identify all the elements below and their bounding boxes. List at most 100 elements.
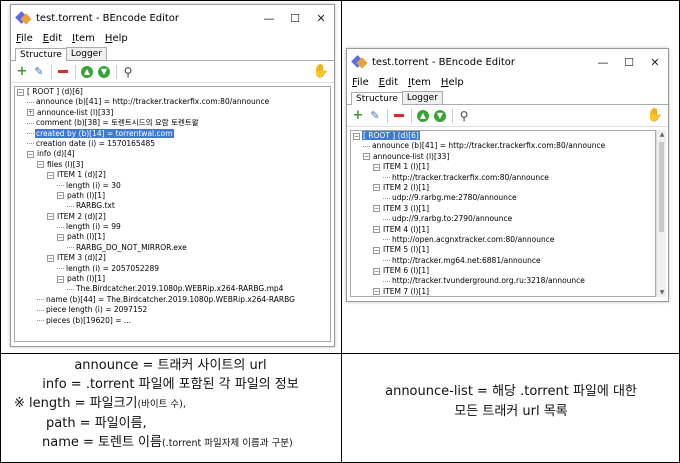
tree-node[interactable]: + announce-list (l)[33] [15, 108, 330, 118]
tab-structure[interactable]: Structure [351, 92, 403, 105]
tree-node[interactable]: − ITEM 7 (l)[1] [351, 287, 655, 296]
collapse-icon[interactable]: − [373, 226, 380, 234]
close-button[interactable]: ✕ [642, 56, 668, 69]
tree-node[interactable]: created by (b)[14] = torrentwal.com [15, 128, 330, 139]
minimize-button[interactable]: — [256, 12, 282, 25]
tree-node[interactable]: − ITEM 1 (l)[1] [351, 162, 655, 172]
tree-node-label: ITEM 3 (l)[1] [383, 203, 430, 213]
tree-node[interactable]: RARBG.txt [15, 201, 330, 211]
tree-node[interactable]: http://open.acgnxtracker.com:80/announce [351, 235, 655, 245]
close-button[interactable]: ✕ [308, 12, 334, 25]
tree-node[interactable]: announce (b)[41] = http://tracker.tracke… [351, 141, 655, 151]
remove-icon[interactable] [392, 109, 406, 123]
tree-node[interactable]: − ITEM 1 (d)[2] [15, 170, 330, 180]
tree-node[interactable]: − ITEM 3 (d)[2] [15, 253, 330, 263]
tree-node[interactable]: http://tracker.trackerfix.com:80/announc… [351, 173, 655, 183]
move-down-icon[interactable]: ▼ [97, 65, 111, 79]
structure-tree[interactable]: −[ ROOT ] (d)[6] announce (b)[41] = http:… [14, 86, 331, 342]
vertical-scrollbar[interactable]: ▲ ▼ [656, 130, 666, 297]
collapse-icon[interactable]: − [27, 150, 34, 158]
tree-node-label: http://tracker.mg64.net:6881/announce [392, 255, 541, 265]
tree-node[interactable]: http://tracker.tvunderground.org.ru:3218… [351, 276, 655, 286]
collapse-icon[interactable]: − [373, 267, 380, 275]
tree-node[interactable]: − path (l)[1] [15, 232, 330, 242]
tree-node[interactable]: length (i) = 2057052289 [15, 264, 330, 274]
hand-icon[interactable]: ✋ [647, 108, 663, 123]
tree-node[interactable]: comment (b)[38] = 토렌트시드의 요람 토렌트왈 [15, 118, 330, 128]
edit-icon[interactable]: ✎ [32, 65, 46, 79]
tree-node[interactable]: − ITEM 3 (l)[1] [351, 204, 655, 214]
tree-node-label: udp://9.rarbg.to:2790/announce [392, 214, 513, 224]
tree-node[interactable]: pieces (b)[19620] = ... [15, 316, 330, 326]
collapse-icon[interactable]: − [373, 184, 380, 192]
collapse-icon[interactable]: − [373, 246, 380, 254]
move-down-icon[interactable]: ▼ [433, 109, 447, 123]
collapse-icon[interactable]: − [37, 161, 44, 169]
move-up-icon[interactable]: ▲ [416, 109, 430, 123]
menu-help[interactable]: Help [105, 33, 128, 44]
expand-icon[interactable]: + [27, 109, 34, 117]
collapse-icon[interactable]: − [57, 275, 64, 283]
collapse-icon[interactable]: − [353, 132, 360, 140]
collapse-icon[interactable]: − [17, 88, 24, 96]
maximize-button[interactable]: ☐ [282, 12, 308, 25]
menu-file[interactable]: File [352, 77, 369, 88]
structure-tree[interactable]: −[ ROOT ] (d)[6] announce (b)[41] = http:… [350, 130, 656, 297]
tree-node[interactable]: announce (b)[41] = http://tracker.tracke… [15, 97, 330, 107]
collapse-icon[interactable]: − [47, 171, 54, 179]
tree-node[interactable]: name (b)[44] = The.Birdcatcher.2019.1080… [15, 295, 330, 305]
tab-structure[interactable]: Structure [15, 48, 67, 61]
tree-node[interactable]: RARBG_DO_NOT_MIRROR.exe [15, 243, 330, 253]
tree-node[interactable]: − files (l)[3] [15, 160, 330, 170]
tree-node[interactable]: udp://9.rarbg.to:2790/announce [351, 214, 655, 224]
tab-logger[interactable]: Logger [65, 47, 107, 60]
menu-edit[interactable]: Edit [43, 33, 62, 44]
scroll-down-icon[interactable]: ▼ [657, 289, 667, 296]
tree-node[interactable]: − ITEM 2 (l)[1] [351, 183, 655, 193]
menu-edit[interactable]: Edit [379, 77, 398, 88]
collapse-icon[interactable]: − [373, 288, 380, 296]
menu-item[interactable]: Item [408, 77, 431, 88]
collapse-icon[interactable]: − [363, 153, 370, 161]
minimize-button[interactable]: — [590, 56, 616, 69]
tree-node[interactable]: − info (d)[4] [15, 149, 330, 159]
add-icon[interactable]: + [351, 108, 365, 123]
tree-node[interactable]: length (i) = 30 [15, 181, 330, 191]
menu-item[interactable]: Item [72, 33, 95, 44]
collapse-icon[interactable]: − [57, 233, 64, 241]
edit-icon[interactable]: ✎ [368, 109, 382, 123]
tree-node[interactable]: − ITEM 2 (d)[2] [15, 212, 330, 222]
tree-node[interactable]: − path (l)[1] [15, 191, 330, 201]
collapse-icon[interactable]: − [47, 213, 54, 221]
remove-icon[interactable] [56, 65, 70, 79]
tree-node[interactable]: − path (l)[1] [15, 274, 330, 284]
tab-logger[interactable]: Logger [401, 91, 443, 104]
tree-node[interactable]: −[ ROOT ] (d)[6] [351, 131, 655, 141]
tree-node[interactable]: length (i) = 99 [15, 222, 330, 232]
toolbar: + ✎ ▲ ▼ ⚲ ✋ [347, 105, 668, 127]
menu-file[interactable]: File [16, 33, 33, 44]
tree-node[interactable]: − ITEM 5 (l)[1] [351, 245, 655, 255]
maximize-button[interactable]: ☐ [616, 56, 642, 69]
scroll-up-icon[interactable]: ▲ [657, 131, 667, 138]
collapse-icon[interactable]: − [47, 254, 54, 262]
tree-node[interactable]: piece length (i) = 2097152 [15, 305, 330, 315]
tree-node[interactable]: − announce-list (l)[33] [351, 152, 655, 162]
tree-node[interactable]: − ITEM 4 (l)[1] [351, 225, 655, 235]
search-icon[interactable]: ⚲ [121, 65, 135, 79]
move-up-icon[interactable]: ▲ [80, 65, 94, 79]
collapse-icon[interactable]: − [373, 205, 380, 213]
tree-node[interactable]: creation date (i) = 1570165485 [15, 139, 330, 149]
scrollbar-thumb[interactable] [659, 142, 664, 232]
hand-icon[interactable]: ✋ [313, 64, 329, 79]
tree-node[interactable]: The.Birdcatcher.2019.1080p.WEBRip.x264-R… [15, 284, 330, 294]
collapse-icon[interactable]: − [57, 192, 64, 200]
tree-node[interactable]: − ITEM 6 (l)[1] [351, 266, 655, 276]
tree-node[interactable]: http://tracker.mg64.net:6881/announce [351, 256, 655, 266]
add-icon[interactable]: + [15, 64, 29, 79]
collapse-icon[interactable]: − [373, 163, 380, 171]
search-icon[interactable]: ⚲ [457, 109, 471, 123]
tree-node[interactable]: udp://9.rarbg.me:2780/announce [351, 193, 655, 203]
menu-help[interactable]: Help [441, 77, 464, 88]
tree-node[interactable]: −[ ROOT ] (d)[6] [15, 87, 330, 97]
